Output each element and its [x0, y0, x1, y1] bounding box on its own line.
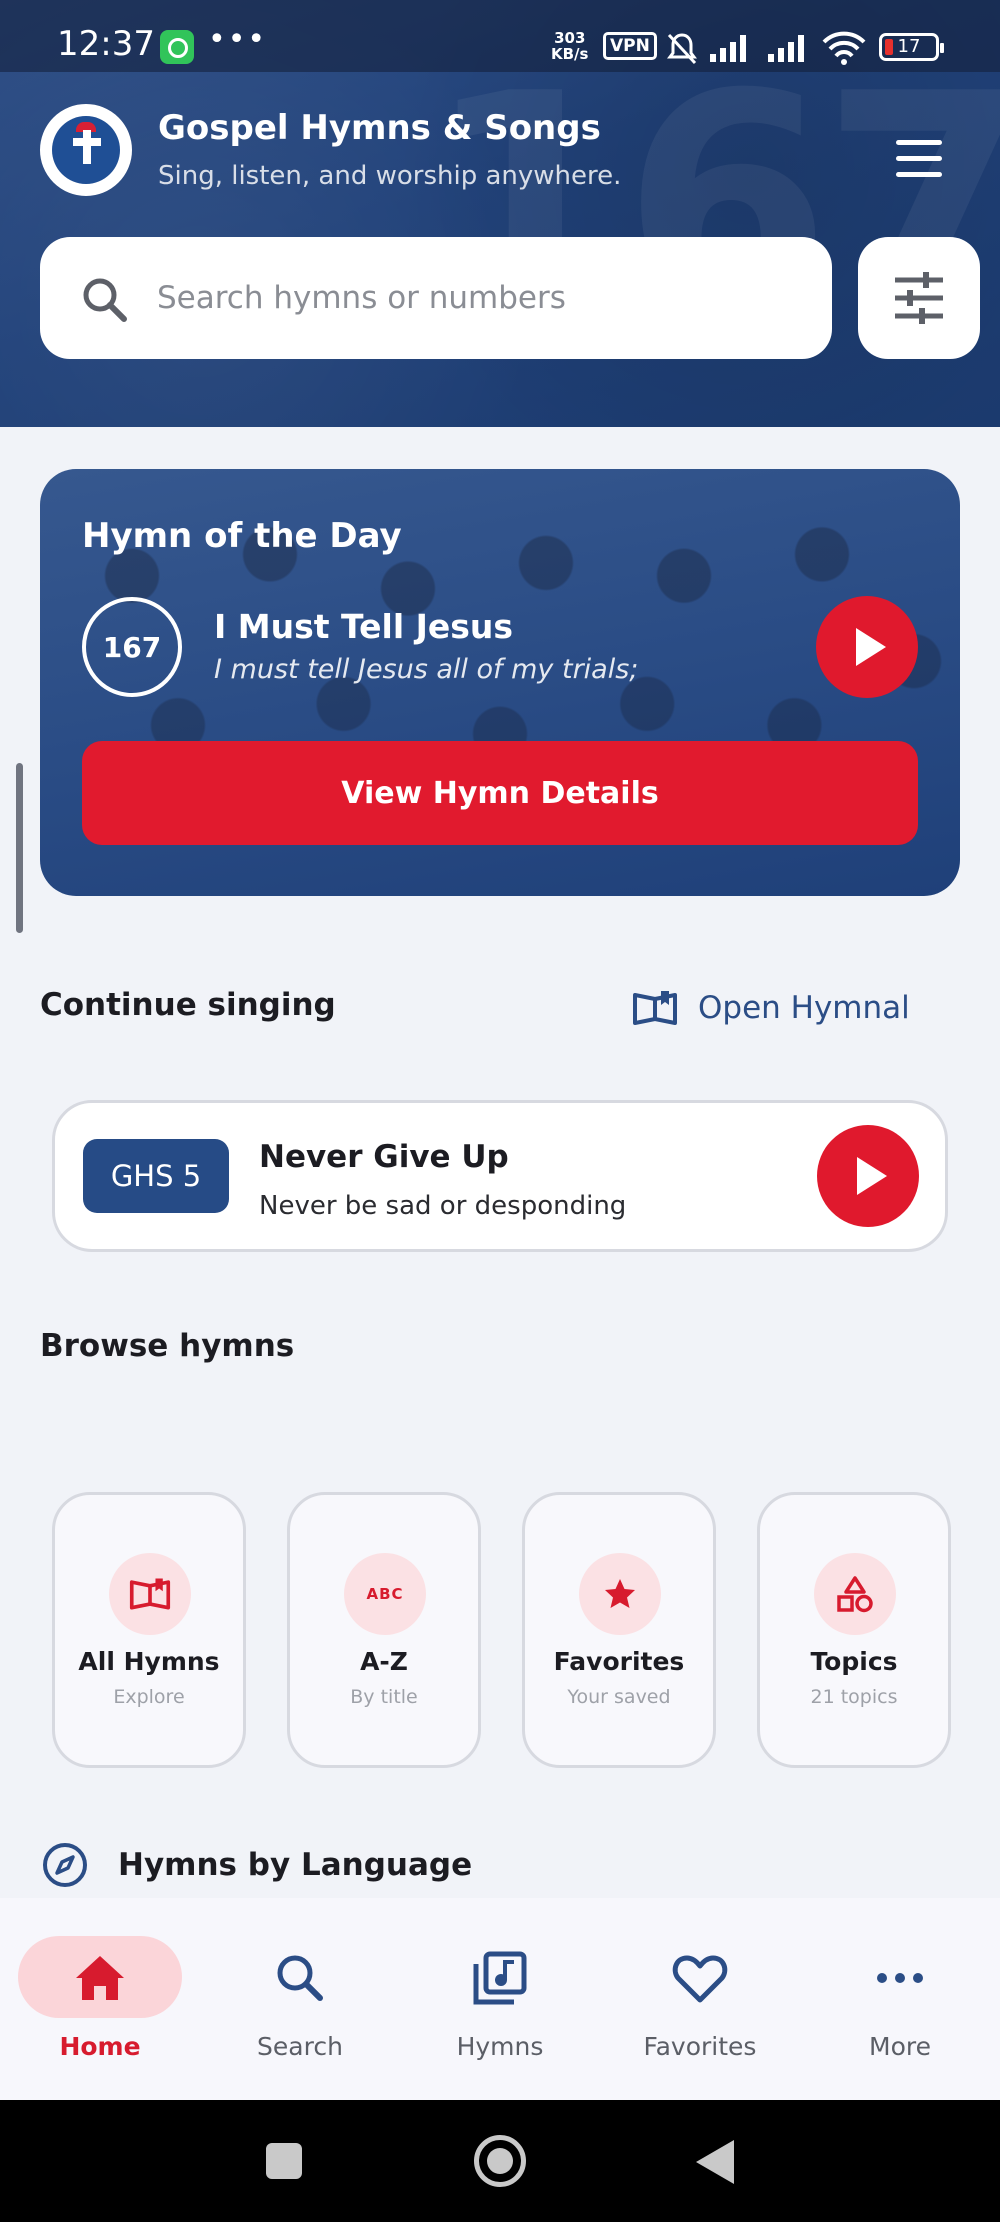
- tile-title: All Hymns: [78, 1647, 220, 1676]
- nav-more[interactable]: More: [800, 1898, 1000, 2100]
- signal-icon: [710, 35, 746, 62]
- network-speed-unit: KB/s: [551, 45, 589, 63]
- menu-icon-bar-3: [896, 172, 942, 177]
- nav-home[interactable]: Home: [0, 1898, 200, 2100]
- nav-label: Search: [257, 2032, 343, 2061]
- menu-button[interactable]: [880, 130, 956, 190]
- heart-icon: [672, 1955, 728, 2003]
- search-bar[interactable]: [40, 237, 832, 359]
- scrollbar[interactable]: [16, 763, 23, 933]
- system-navigation-bar: [0, 2100, 1000, 2222]
- search-icon: [83, 278, 127, 322]
- whatsapp-icon: [160, 30, 194, 64]
- menu-icon-bar-2: [896, 156, 942, 161]
- nav-label: Home: [59, 2032, 141, 2061]
- tile-title: Favorites: [553, 1647, 685, 1676]
- open-book-icon: [633, 991, 677, 1025]
- nav-label: More: [869, 2032, 931, 2061]
- music-library-icon: [473, 1951, 527, 2005]
- abc-icon: ABC: [366, 1585, 404, 1603]
- tile-icon-circle: ABC: [344, 1553, 426, 1635]
- wifi-icon: [822, 31, 866, 65]
- tile-topics[interactable]: Topics 21 topics: [757, 1492, 951, 1768]
- continue-play-button[interactable]: [817, 1125, 919, 1227]
- tile-icon-circle: [109, 1553, 191, 1635]
- tile-subtitle: By title: [350, 1686, 418, 1708]
- search-icon: [277, 1955, 323, 2001]
- tile-subtitle: Explore: [113, 1686, 185, 1708]
- recents-button[interactable]: [266, 2143, 302, 2179]
- tile-favorites[interactable]: Favorites Your saved: [522, 1492, 716, 1768]
- hymn-of-the-day-card[interactable]: Hymn of the Day 167 I Must Tell Jesus I …: [40, 469, 960, 896]
- browse-hymns-heading: Browse hymns: [40, 1328, 295, 1364]
- filter-button[interactable]: [858, 237, 980, 359]
- hymns-by-language-row[interactable]: Hymns by Language: [40, 1840, 472, 1890]
- hymn-of-the-day-label: Hymn of the Day: [82, 516, 402, 556]
- hymn-first-line: I must tell Jesus all of my trials;: [214, 654, 639, 685]
- vpn-badge: VPN: [603, 32, 657, 60]
- logo-emblem: [52, 116, 120, 184]
- app-title: Gospel Hymns & Songs: [158, 108, 601, 148]
- shapes-icon: [837, 1576, 873, 1613]
- continue-hymn-card[interactable]: GHS 5 Never Give Up Never be sad or desp…: [52, 1100, 948, 1252]
- nav-favorites[interactable]: Favorites: [600, 1898, 800, 2100]
- bottom-navigation: Home Search Hymns Favorites More: [0, 1898, 1000, 2100]
- app-subtitle: Sing, listen, and worship anywhere.: [158, 161, 622, 191]
- tile-title: A-Z: [360, 1647, 408, 1676]
- tile-icon-circle: [814, 1553, 896, 1635]
- tile-a-z[interactable]: ABC A-Z By title: [287, 1492, 481, 1768]
- nav-label: Hymns: [456, 2032, 544, 2061]
- open-hymnal-link[interactable]: Open Hymnal: [632, 980, 910, 1036]
- tile-subtitle: Your saved: [567, 1686, 671, 1708]
- status-more: •••: [208, 22, 268, 57]
- more-dots-icon: [877, 1973, 923, 1983]
- tune-sliders-icon: [895, 272, 943, 324]
- logo-cross-horizontal: [73, 138, 101, 146]
- battery-indicator: 17: [879, 33, 944, 61]
- signal-icon-2: [768, 35, 804, 62]
- tile-icon-circle: [579, 1553, 661, 1635]
- star-icon: [605, 1579, 635, 1608]
- hymn-number-badge: 167: [82, 597, 182, 697]
- home-icon: [76, 1956, 124, 2000]
- hymn-code-badge: GHS 5: [83, 1139, 229, 1213]
- back-button[interactable]: [696, 2140, 734, 2184]
- continue-hymn-title: Never Give Up: [259, 1139, 509, 1175]
- tile-subtitle: 21 topics: [810, 1686, 898, 1708]
- continue-singing-heading: Continue singing: [40, 987, 336, 1023]
- tile-title: Topics: [810, 1647, 898, 1676]
- home-system-button[interactable]: [474, 2135, 526, 2187]
- bell-muted-icon: [667, 33, 697, 65]
- open-hymnal-label: Open Hymnal: [698, 990, 910, 1026]
- play-button[interactable]: [816, 596, 918, 698]
- menu-icon-bar-1: [896, 140, 942, 145]
- app-logo: [40, 104, 132, 196]
- hymns-by-language-heading: Hymns by Language: [118, 1847, 473, 1883]
- nav-label: Favorites: [643, 2032, 757, 2061]
- search-input[interactable]: [157, 267, 797, 329]
- hymn-title: I Must Tell Jesus: [214, 607, 514, 646]
- status-time: 12:37: [57, 24, 155, 64]
- view-hymn-details-button[interactable]: View Hymn Details: [82, 741, 918, 845]
- open-book-icon: [129, 1578, 171, 1610]
- nav-hymns[interactable]: Hymns: [400, 1898, 600, 2100]
- network-speed: 303 KB/s: [551, 30, 588, 62]
- nav-search[interactable]: Search: [200, 1898, 400, 2100]
- compass-icon: [43, 1843, 87, 1887]
- logo-cross-vertical: [83, 130, 91, 164]
- continue-hymn-first-line: Never be sad or desponding: [259, 1191, 627, 1221]
- tile-all-hymns[interactable]: All Hymns Explore: [52, 1492, 246, 1768]
- status-bar: 12:37 ••• 303 KB/s VPN 17: [0, 0, 1000, 72]
